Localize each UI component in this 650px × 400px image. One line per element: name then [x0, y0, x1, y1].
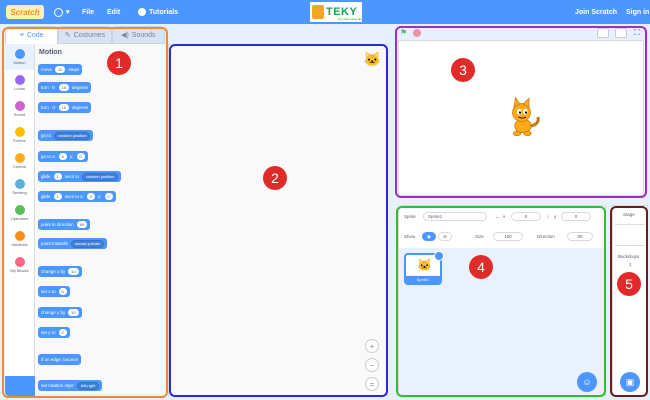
sign-in-link[interactable]: Sign in	[626, 0, 649, 24]
annotation-box-4	[396, 206, 606, 397]
brand-subtitle: Học viện sáng tạo	[338, 17, 363, 21]
number-badge-4: 4	[469, 255, 493, 279]
annotation-box-3	[395, 26, 647, 198]
annotation-box-5	[610, 206, 648, 397]
tutorials-menu[interactable]: Tutorials	[138, 0, 178, 24]
number-badge-5: 5	[617, 272, 641, 296]
file-menu[interactable]: File	[82, 0, 94, 24]
globe-icon	[54, 7, 63, 17]
lightbulb-icon	[138, 8, 146, 16]
lock-icon	[312, 5, 324, 19]
scratch-logo[interactable]: Scratch	[6, 5, 44, 19]
chevron-down-icon: ▾	[66, 9, 70, 16]
annotation-box-1	[2, 27, 168, 398]
number-badge-1: 1	[107, 51, 131, 75]
teky-brand: TEKY Học viện sáng tạo	[310, 2, 362, 22]
number-badge-2: 2	[263, 166, 287, 190]
annotation-box-2	[169, 44, 388, 397]
edit-menu[interactable]: Edit	[107, 0, 120, 24]
join-scratch-link[interactable]: Join Scratch	[575, 0, 617, 24]
menu-bar: Scratch ▾ File Edit Tutorials TEKY Học v…	[0, 0, 650, 24]
tutorials-label: Tutorials	[149, 8, 179, 16]
language-menu[interactable]: ▾	[54, 0, 70, 24]
number-badge-3: 3	[451, 58, 475, 82]
